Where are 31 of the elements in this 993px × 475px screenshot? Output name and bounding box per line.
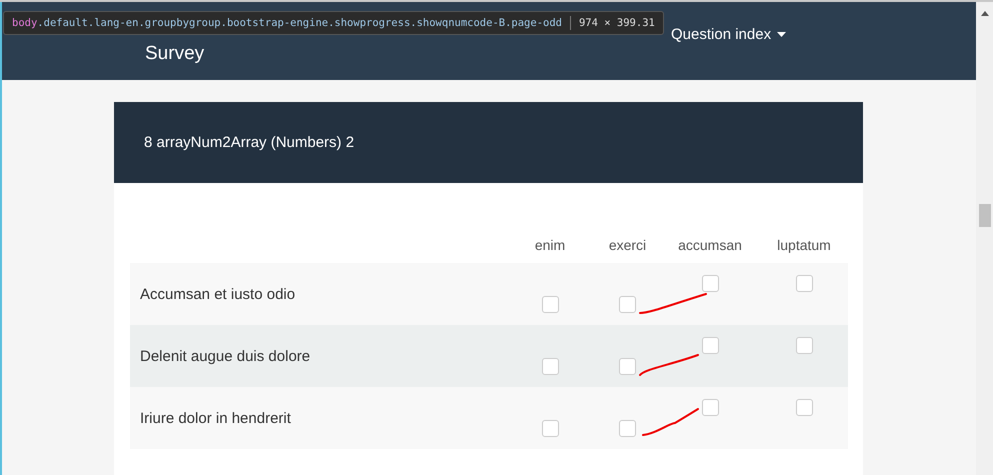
question-title: 8 arrayNum2Array (Numbers) 2 xyxy=(114,102,863,183)
row-label: Accumsan et iusto odio xyxy=(139,286,296,302)
column-header: luptatum xyxy=(776,237,832,255)
checkbox[interactable] xyxy=(619,358,636,375)
scroll-thumb[interactable] xyxy=(978,204,990,227)
annotation-stroke xyxy=(639,293,707,314)
nav-link[interactable]: Question index xyxy=(671,26,786,43)
annotation-stroke xyxy=(639,354,699,376)
checkbox[interactable] xyxy=(796,337,812,354)
checkbox[interactable] xyxy=(542,420,558,437)
checkbox[interactable] xyxy=(702,399,718,416)
checkbox[interactable] xyxy=(796,275,812,292)
checkbox[interactable] xyxy=(619,420,636,437)
element-size: 974 × 399.31 xyxy=(578,17,655,29)
scroll-up-icon[interactable] xyxy=(980,11,988,16)
row-label: Iriure dolor in hendrerit xyxy=(139,410,292,426)
checkbox[interactable] xyxy=(702,275,718,292)
element-tag: body xyxy=(12,17,38,29)
checkbox[interactable] xyxy=(619,296,636,313)
checkbox[interactable] xyxy=(542,296,558,313)
checkbox[interactable] xyxy=(542,358,558,375)
survey-title: Survey xyxy=(145,44,206,64)
column-header: exerci xyxy=(608,237,648,255)
element-classes: .default.lang-en.groupbygroup.bootstrap-engine.showprogress.showqnumcode-B.page-odd xyxy=(37,17,562,29)
scrollbar[interactable] xyxy=(976,2,993,475)
checkbox[interactable] xyxy=(702,337,718,354)
column-header: enim xyxy=(534,237,566,255)
column-header: accumsan xyxy=(677,237,743,255)
checkbox[interactable] xyxy=(796,399,812,416)
row-label: Delenit augue duis dolore xyxy=(139,348,312,364)
annotation-stroke xyxy=(642,408,699,436)
